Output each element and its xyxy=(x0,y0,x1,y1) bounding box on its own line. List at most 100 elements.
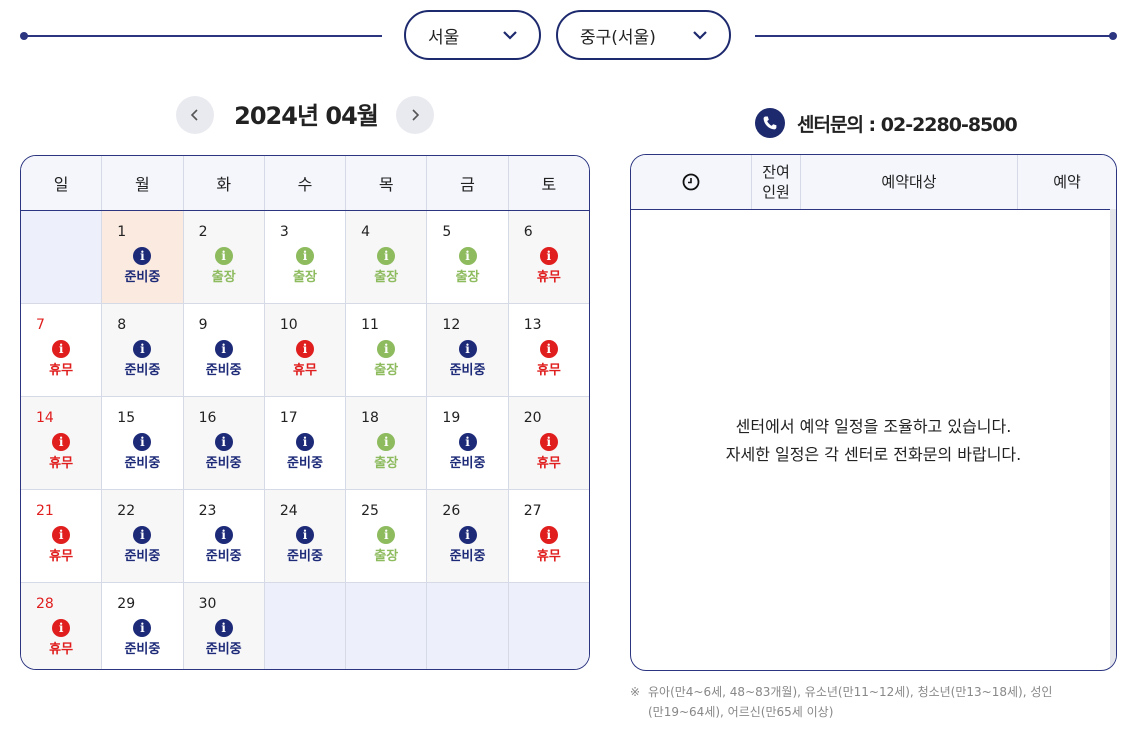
calendar-day-cell[interactable]: 12 i 준비중 xyxy=(427,304,509,396)
prev-month-button[interactable] xyxy=(176,96,214,134)
day-number: 11 xyxy=(361,317,379,333)
day-status-label: 휴무 xyxy=(49,456,74,471)
day-status[interactable]: i 휴무 xyxy=(509,247,589,285)
day-status[interactable]: i 준비중 xyxy=(102,526,182,564)
next-month-button[interactable] xyxy=(396,96,434,134)
calendar-week: 14 i 휴무 15 i 준비중 16 i 준비중 17 i 준비중 18 i 출장 19 i 준비중 20 i 휴무 xyxy=(21,397,589,490)
day-status-label: 준비중 xyxy=(449,549,486,564)
day-status-label: 준비중 xyxy=(205,642,242,657)
day-status[interactable]: i 준비중 xyxy=(102,340,182,378)
calendar-day-cell[interactable]: 27 i 휴무 xyxy=(508,490,589,582)
day-status[interactable]: i 준비중 xyxy=(265,433,345,471)
day-status[interactable]: i 휴무 xyxy=(265,340,345,378)
calendar-day-cell[interactable]: 25 i 출장 xyxy=(346,490,428,582)
calendar-day-cell[interactable]: 13 i 휴무 xyxy=(508,304,589,396)
info-icon: i xyxy=(214,619,233,637)
day-status-label: 휴무 xyxy=(293,363,317,378)
day-status[interactable]: i 준비중 xyxy=(184,526,264,564)
info-icon: i xyxy=(133,340,152,358)
empty-schedule-message: 센터에서 예약 일정을 조율하고 있습니다. 자세한 일정은 각 센터로 전화문… xyxy=(631,413,1116,469)
day-number: 6 xyxy=(523,224,533,240)
calendar-day-cell[interactable]: 10 i 휴무 xyxy=(264,304,347,396)
calendar-day-cell[interactable]: 28 i 휴무 xyxy=(21,583,103,669)
region-select[interactable]: 서울 xyxy=(404,10,541,60)
calendar-day-cell[interactable]: 15 i 준비중 xyxy=(102,397,184,489)
calendar-day-cell[interactable]: 1 i 준비중 xyxy=(102,211,184,303)
info-icon: i xyxy=(214,340,233,358)
day-number: 4 xyxy=(361,224,371,240)
day-status[interactable]: i 준비중 xyxy=(102,619,182,657)
center-phone-label: 센터문의 : 02-2280-8500 xyxy=(797,113,1018,136)
calendar-day-cell[interactable]: 3 i 출장 xyxy=(264,211,347,303)
calendar-day-cell[interactable]: 19 i 준비중 xyxy=(427,397,509,489)
day-status[interactable]: i 준비중 xyxy=(184,619,264,657)
info-icon: i xyxy=(295,526,314,544)
calendar-day-cell[interactable]: 2 i 출장 xyxy=(183,211,265,303)
day-status[interactable]: i 휴무 xyxy=(21,619,101,657)
day-status[interactable]: i 휴무 xyxy=(509,433,589,471)
calendar-day-cell[interactable]: 7 i 휴무 xyxy=(21,304,103,396)
day-status[interactable]: i 휴무 xyxy=(21,433,101,471)
day-status[interactable]: i 휴무 xyxy=(21,526,101,564)
calendar-day-cell[interactable]: 5 i 출장 xyxy=(427,211,509,303)
day-status-label: 준비중 xyxy=(124,363,161,378)
calendar-day-cell[interactable]: 29 i 준비중 xyxy=(102,583,184,669)
calendar-day-cell[interactable]: 16 i 준비중 xyxy=(183,397,265,489)
info-icon: i xyxy=(52,433,71,451)
calendar-day-cell[interactable]: 22 i 준비중 xyxy=(102,490,184,582)
day-status[interactable]: i 휴무 xyxy=(509,526,589,564)
day-status[interactable]: i 준비중 xyxy=(184,340,264,378)
info-icon: i xyxy=(133,433,152,451)
day-status[interactable]: i 출장 xyxy=(346,433,426,471)
day-status[interactable]: i 준비중 xyxy=(265,526,345,564)
day-status-label: 준비중 xyxy=(124,270,161,285)
day-status-label: 출장 xyxy=(455,270,480,285)
calendar-day-cell[interactable]: 9 i 준비중 xyxy=(183,304,265,396)
day-number: 22 xyxy=(117,503,136,519)
calendar-day-cell[interactable]: 4 i 출장 xyxy=(346,211,428,303)
day-status[interactable]: i 출장 xyxy=(346,526,426,564)
calendar-day-cell[interactable]: 30 i 준비중 xyxy=(183,583,265,669)
day-status[interactable]: i 준비중 xyxy=(184,433,264,471)
calendar: 일 월 화 수 목 금 토 1 i 준비중 2 i 출장 3 i 출장 4 i 출장 5 i 출장 6 i 휴무 7… xyxy=(20,155,590,670)
calendar-day-cell[interactable]: 11 i 출장 xyxy=(346,304,428,396)
day-status[interactable]: i 휴무 xyxy=(509,340,589,378)
info-icon: i xyxy=(295,433,314,451)
day-status-label: 휴무 xyxy=(536,549,561,564)
day-status-label: 준비중 xyxy=(449,456,486,471)
day-status[interactable]: i 준비중 xyxy=(102,247,182,285)
calendar-day-cell[interactable]: 18 i 출장 xyxy=(346,397,428,489)
district-select[interactable]: 중구(서울) xyxy=(556,10,731,60)
day-status-label: 휴무 xyxy=(536,363,561,378)
chevron-left-icon xyxy=(190,109,198,121)
info-icon: i xyxy=(295,340,314,358)
day-status[interactable]: i 준비중 xyxy=(427,340,507,378)
day-number: 20 xyxy=(523,410,542,426)
calendar-day-cell[interactable]: 6 i 휴무 xyxy=(508,211,589,303)
calendar-day-cell[interactable]: 23 i 준비중 xyxy=(183,490,265,582)
remaining-column-header: 잔여 인원 xyxy=(752,155,801,209)
calendar-day-cell[interactable]: 26 i 준비중 xyxy=(427,490,509,582)
day-status[interactable]: i 준비중 xyxy=(102,433,182,471)
calendar-day-cell[interactable]: 20 i 휴무 xyxy=(508,397,589,489)
calendar-day-cell[interactable]: 14 i 휴무 xyxy=(21,397,103,489)
day-status[interactable]: i 출장 xyxy=(427,247,507,285)
day-status[interactable]: i 출장 xyxy=(346,247,426,285)
weekday-mon: 월 xyxy=(102,156,184,210)
calendar-day-cell[interactable]: 24 i 준비중 xyxy=(264,490,347,582)
day-status[interactable]: i 준비중 xyxy=(427,433,507,471)
info-icon: i xyxy=(458,340,477,358)
calendar-empty-cell xyxy=(21,211,103,303)
calendar-week: 21 i 휴무 22 i 준비중 23 i 준비중 24 i 준비중 25 i 출장 26 i 준비중 27 i 휴무 xyxy=(21,490,589,583)
day-status[interactable]: i 준비중 xyxy=(427,526,507,564)
calendar-day-cell[interactable]: 21 i 휴무 xyxy=(21,490,103,582)
reservation-panel: 잔여 인원 예약대상 예약 센터에서 예약 일정을 조율하고 있습니다. 자세한… xyxy=(630,154,1117,671)
day-status[interactable]: i 출장 xyxy=(346,340,426,378)
day-status-label: 휴무 xyxy=(49,642,74,657)
info-icon: i xyxy=(133,619,152,637)
day-status[interactable]: i 휴무 xyxy=(21,340,101,378)
calendar-day-cell[interactable]: 8 i 준비중 xyxy=(102,304,184,396)
calendar-day-cell[interactable]: 17 i 준비중 xyxy=(264,397,347,489)
day-status[interactable]: i 출장 xyxy=(184,247,264,285)
day-status[interactable]: i 출장 xyxy=(265,247,345,285)
